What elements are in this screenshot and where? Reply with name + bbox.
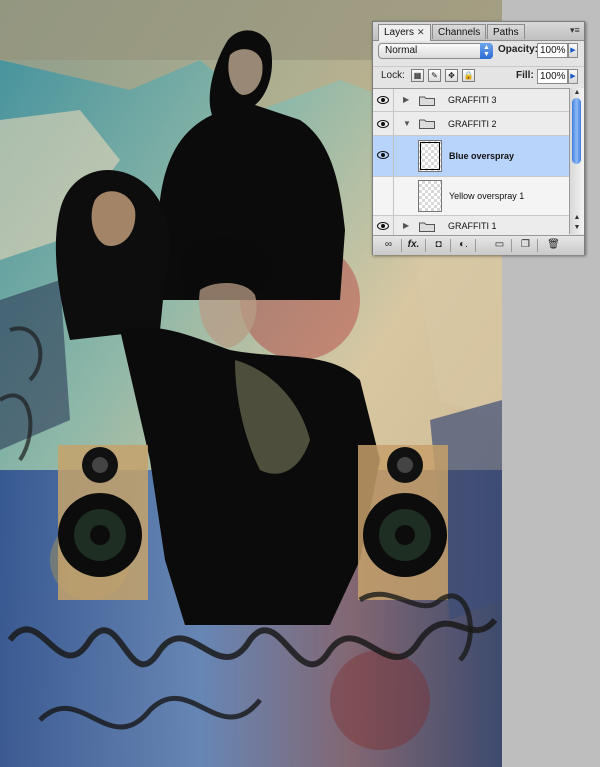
layer-name: GRAFFITI 3 — [448, 95, 497, 105]
trash-icon[interactable]: 🗑 — [545, 238, 562, 252]
layers-panel-toolbar: ∞ fx. ◘ ◐. ▭ ❐ 🗑 — [373, 235, 584, 255]
fill-input[interactable]: 100% — [537, 69, 568, 84]
lock-fill-row: Lock: ▦ ✎ ✥ 🔒 Fill: 100% ▶ — [373, 66, 584, 87]
layer-name: GRAFFITI 2 — [448, 119, 497, 129]
layers-list: ▶ GRAFFITI 3 ▼ GRAFFITI 2 Blue overspray… — [373, 88, 569, 235]
tab-paths-label: Paths — [493, 27, 519, 38]
folder-icon — [419, 96, 435, 106]
toolbar-divider — [425, 239, 426, 252]
toolbar-divider — [475, 239, 476, 252]
folder-icon — [419, 119, 435, 129]
layers-panel: Layers ✕ Channels Paths ▾≡ Normal ▲ ▼ Opac… — [372, 21, 585, 255]
opacity-slider-arrow-icon[interactable]: ▶ — [568, 43, 578, 58]
group-icon[interactable]: ▭ — [491, 238, 508, 252]
folder-icon — [419, 222, 435, 232]
layers-scrollbar[interactable]: ▲ ▲ ▼ — [569, 88, 584, 234]
blend-opacity-row: Normal ▲ ▼ Opacity: 100% ▶ — [373, 41, 584, 63]
expand-triangle-icon[interactable]: ▶ — [403, 221, 409, 230]
layer-name: GRAFFITI 1 — [448, 221, 497, 231]
scroll-up-arrow-icon[interactable]: ▲ — [570, 213, 584, 223]
new-layer-icon[interactable]: ❐ — [517, 238, 534, 252]
adjustment-icon[interactable]: ◐. — [455, 238, 472, 252]
fill-label: Fill: — [516, 70, 534, 81]
tab-channels[interactable]: Channels — [432, 24, 487, 39]
opacity-input[interactable]: 100% — [537, 43, 568, 58]
eye-icon — [377, 120, 389, 128]
lock-transparency-icon[interactable]: ▦ — [411, 69, 424, 82]
eye-icon — [377, 222, 389, 230]
scroll-down-arrow-icon[interactable]: ▼ — [570, 223, 584, 233]
blend-mode-value: Normal — [385, 45, 418, 56]
visibility-toggle[interactable] — [373, 136, 394, 176]
lock-pixels-brush-icon[interactable]: ✎ — [428, 69, 441, 82]
layer-row-graffiti-3[interactable]: ▶ GRAFFITI 3 — [373, 89, 569, 112]
layer-name: Blue overspray — [449, 151, 515, 161]
eye-icon — [377, 96, 389, 104]
tab-paths[interactable]: Paths — [487, 24, 525, 39]
toolbar-divider — [537, 239, 538, 252]
lock-position-icon[interactable]: ✥ — [445, 69, 458, 82]
eye-icon — [377, 151, 389, 159]
panel-tab-bar: Layers ✕ Channels Paths ▾≡ — [373, 22, 584, 41]
toolbar-divider — [450, 239, 451, 252]
fx-icon[interactable]: fx. — [405, 238, 422, 252]
blend-mode-select[interactable]: Normal ▲ ▼ — [378, 43, 493, 59]
layer-row-graffiti-1[interactable]: ▶ GRAFFITI 1 — [373, 216, 569, 235]
tab-layers[interactable]: Layers ✕ — [378, 24, 431, 41]
visibility-toggle[interactable] — [373, 112, 394, 135]
opacity-label: Opacity: — [498, 44, 539, 55]
link-icon[interactable]: ∞ — [380, 238, 397, 252]
visibility-toggle[interactable] — [373, 89, 394, 111]
updown-arrows-icon: ▲ ▼ — [480, 43, 493, 59]
toolbar-divider — [511, 239, 512, 252]
toolbar-divider — [401, 239, 402, 252]
layer-row-yellow-overspray-1[interactable]: Yellow overspray 1 — [373, 177, 569, 216]
lock-all-icon[interactable]: 🔒 — [462, 69, 475, 82]
layer-thumbnail[interactable] — [418, 180, 442, 212]
layer-row-graffiti-2[interactable]: ▼ GRAFFITI 2 — [373, 112, 569, 136]
visibility-toggle[interactable] — [373, 177, 394, 215]
fill-slider-arrow-icon[interactable]: ▶ — [568, 69, 578, 84]
panel-menu-icon[interactable]: ▾≡ — [570, 25, 580, 35]
visibility-toggle[interactable] — [373, 216, 394, 235]
close-icon[interactable]: ✕ — [417, 27, 425, 37]
layer-name: Yellow overspray 1 — [449, 191, 525, 201]
lock-label: Lock: — [381, 70, 405, 81]
collapse-triangle-icon[interactable]: ▼ — [403, 119, 411, 128]
tab-channels-label: Channels — [438, 27, 481, 38]
layer-thumbnail[interactable] — [418, 140, 442, 172]
layer-row-blue-overspray[interactable]: Blue overspray — [373, 136, 569, 177]
expand-triangle-icon[interactable]: ▶ — [403, 95, 409, 104]
scrollbar-thumb[interactable] — [572, 98, 581, 164]
mask-icon[interactable]: ◘ — [430, 238, 447, 252]
scroll-up-arrow-icon[interactable]: ▲ — [570, 88, 584, 98]
tab-layers-label: Layers — [384, 27, 415, 38]
